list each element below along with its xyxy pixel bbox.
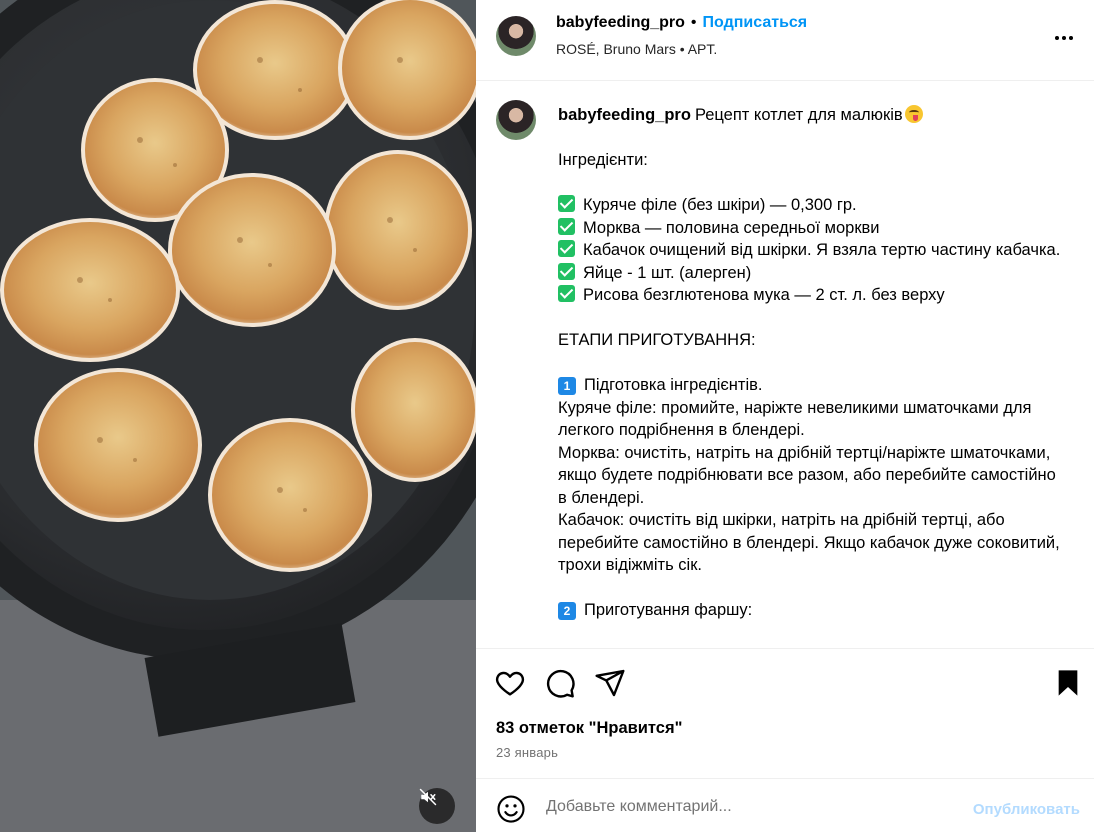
step2-title: Приготування фаршу: — [584, 601, 753, 619]
more-dot — [1069, 36, 1073, 40]
post-media-video[interactable] — [0, 0, 476, 832]
author-line: babyfeeding_pro • Подписаться — [556, 14, 807, 32]
keycap-1-icon: 1 — [558, 377, 576, 395]
caption-text: babyfeeding_pro Рецепт котлет для малюків… — [558, 104, 1068, 622]
more-horizontal-icon — [1055, 36, 1059, 40]
add-comment-bar: Опубликовать — [476, 778, 1094, 832]
share-icon — [595, 669, 625, 697]
post-actions: 83 отметок "Нравится" 23 январь — [476, 648, 1094, 778]
comment-input[interactable] — [546, 793, 946, 821]
more-options-button[interactable] — [1052, 26, 1076, 50]
publish-button[interactable]: Опубликовать — [973, 801, 1080, 818]
post-date[interactable]: 23 январь — [496, 745, 558, 760]
check-mark-icon — [558, 195, 575, 212]
ingredients-heading: Інгредієнти: — [558, 151, 648, 169]
ingredient-item: Морква — половина середньої моркви — [558, 217, 1068, 240]
step1-line: Куряче філе: промийте, наріжте невеликим… — [558, 398, 1037, 440]
step1-line: Морква: очистіть, натріть на дрібній тер… — [558, 443, 1061, 507]
muted-speaker-icon — [419, 788, 437, 806]
comment-icon — [546, 669, 575, 698]
ingredient-item: Яйце - 1 шт. (алерген) — [558, 262, 1068, 285]
fried-cutlets-image — [0, 0, 476, 832]
separator-dot: • — [690, 14, 697, 31]
post-details-panel: babyfeeding_pro • Подписаться ROSÉ, Bruno … — [476, 0, 1094, 832]
more-dot — [1062, 36, 1066, 40]
likes-count[interactable]: 83 отметок "Нравится" — [496, 719, 682, 738]
caption-username[interactable]: babyfeeding_pro — [558, 106, 691, 124]
ingredient-text: Кабачок очищений від шкірки. Я взяла тер… — [583, 241, 1061, 259]
keycap-2-icon: 2 — [558, 602, 576, 620]
post-header: babyfeeding_pro • Подписаться ROSÉ, Bruno … — [476, 0, 1094, 81]
bookmark-icon — [1058, 670, 1078, 696]
mute-toggle-button[interactable] — [419, 788, 455, 824]
ingredient-text: Рисова безглютенова мука — 2 ст. л. без … — [583, 286, 945, 304]
follow-button[interactable]: Подписаться — [703, 14, 808, 31]
yum-emoji-icon — [904, 105, 923, 123]
caption-section: babyfeeding_pro Рецепт котлет для малюків… — [476, 82, 1094, 648]
check-mark-icon — [558, 285, 575, 302]
caption-title-line: babyfeeding_pro Рецепт котлет для малюків — [558, 104, 1068, 127]
stages-heading: ЕТАПИ ПРИГОТУВАННЯ: — [558, 331, 756, 349]
audio-track[interactable]: ROSÉ, Bruno Mars • APT. — [556, 41, 717, 57]
share-button[interactable] — [594, 667, 626, 699]
step1-heading: 1 Підготовка інгредієнтів. — [558, 374, 1068, 397]
smile-icon — [497, 795, 525, 823]
check-mark-icon — [558, 217, 575, 235]
comment-button[interactable] — [544, 667, 576, 699]
step1-title: Підготовка інгредієнтів. — [584, 376, 763, 394]
ingredient-item: Рисова безглютенова мука — 2 ст. л. без … — [558, 284, 1068, 307]
ingredient-item: Куряче філе (без шкіри) — 0,300 гр. — [558, 194, 1068, 217]
ingredient-text: Яйце - 1 шт. (алерген) — [583, 263, 752, 282]
author-avatar[interactable] — [496, 16, 536, 56]
check-mark-icon — [558, 240, 575, 257]
caption-avatar[interactable] — [496, 100, 536, 140]
like-button[interactable] — [494, 667, 526, 699]
step2-heading: 2 Приготування фаршу: — [558, 599, 1068, 622]
step1-line: Кабачок: очистіть від шкірки, натріть на… — [558, 511, 1065, 574]
ingredient-item: Кабачок очищений від шкірки. Я взяла тер… — [558, 239, 1068, 262]
caption-title: Рецепт котлет для малюків — [694, 106, 903, 124]
ingredient-text: Морква — половина середньої моркви — [583, 218, 880, 237]
ingredient-text: Куряче філе (без шкіри) — 0,300 гр. — [583, 196, 857, 214]
check-mark-icon — [558, 262, 575, 280]
emoji-picker-button[interactable] — [496, 794, 526, 824]
save-button[interactable] — [1052, 667, 1084, 699]
heart-icon — [495, 671, 525, 696]
author-username[interactable]: babyfeeding_pro — [556, 14, 685, 31]
